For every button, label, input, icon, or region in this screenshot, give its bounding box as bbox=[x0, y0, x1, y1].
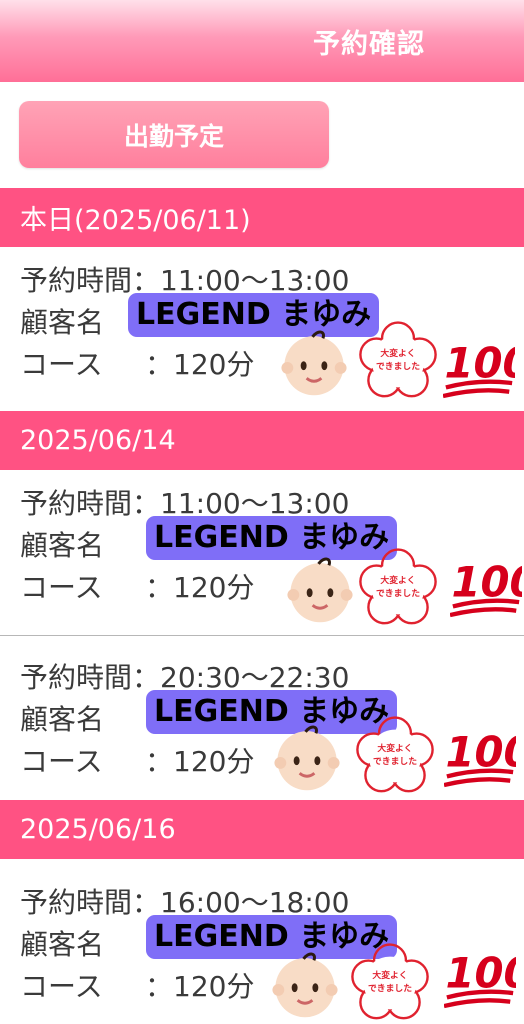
customer-label: 顧客名 bbox=[20, 306, 105, 339]
customer-label: 顧客名 bbox=[20, 529, 105, 562]
svg-text:大変よく: 大変よく bbox=[377, 742, 412, 754]
reservation-card[interactable]: 予約時間：11:00〜13:00 顧客名 LEGEND まゆみ コース ：120分… bbox=[0, 470, 524, 635]
reservation-card[interactable]: 予約時間：16:00〜18:00 顧客名 LEGEND まゆみ コース ：120分… bbox=[0, 859, 524, 1023]
course-label: コース bbox=[20, 571, 103, 604]
baby-face-icon bbox=[272, 952, 338, 1018]
course-value: 120分 bbox=[173, 970, 255, 1003]
baby-face-icon bbox=[274, 725, 340, 791]
course-label: コース bbox=[20, 745, 103, 778]
top-area: 出勤予定 bbox=[0, 82, 524, 188]
svg-text:できました: できました bbox=[376, 588, 420, 599]
customer-label: 顧客名 bbox=[20, 928, 105, 961]
customer-row: 顧客名 bbox=[20, 301, 104, 341]
cherry-blossom-stamp-icon: 大変よくできました bbox=[359, 321, 437, 398]
course-value: 120分 bbox=[173, 348, 255, 381]
course-separator: ： bbox=[145, 348, 174, 381]
course-row: コース ：120分 bbox=[20, 740, 254, 780]
course-value: 120分 bbox=[173, 745, 255, 778]
course-separator: ： bbox=[145, 745, 174, 778]
time-label: 予約時間： bbox=[20, 661, 161, 694]
course-row: コース ：120分 bbox=[20, 343, 254, 383]
course-label: コース bbox=[20, 348, 103, 381]
cherry-blossom-stamp-icon: 大変よくできました bbox=[351, 943, 429, 1020]
shift-schedule-button[interactable]: 出勤予定 bbox=[19, 101, 329, 168]
reservation-card[interactable]: 予約時間：20:30〜22:30 顧客名 LEGEND まゆみ コース ：120分… bbox=[0, 635, 524, 800]
app-header: 予約確認 bbox=[0, 0, 524, 82]
customer-row: 顧客名 bbox=[20, 524, 104, 564]
course-row: コース ：120分 bbox=[20, 965, 254, 1005]
date-header: 本日(2025/06/11) bbox=[0, 188, 524, 247]
course-separator: ： bbox=[145, 970, 174, 1003]
customer-label: 顧客名 bbox=[20, 703, 105, 736]
svg-text:大変よく: 大変よく bbox=[372, 969, 407, 981]
svg-text:できました: できました bbox=[376, 361, 420, 372]
customer-row: 顧客名 bbox=[20, 698, 104, 738]
time-label: 予約時間： bbox=[20, 886, 161, 919]
course-row: コース ：120分 bbox=[20, 566, 254, 606]
date-header: 2025/06/14 bbox=[0, 411, 524, 470]
cherry-blossom-stamp-icon: 大変よくできました bbox=[359, 548, 437, 625]
hundred-points-icon: 100 bbox=[444, 727, 516, 788]
cherry-blossom-stamp-icon: 大変よくできました bbox=[356, 716, 434, 793]
date-header: 2025/06/16 bbox=[0, 800, 524, 859]
hundred-points-icon: 100 bbox=[450, 557, 522, 618]
baby-face-icon bbox=[287, 557, 353, 623]
svg-text:大変よく: 大変よく bbox=[380, 347, 415, 359]
hundred-points-icon: 100 bbox=[444, 948, 516, 1009]
time-label: 予約時間： bbox=[20, 487, 161, 520]
baby-face-icon bbox=[281, 330, 347, 396]
customer-row: 顧客名 bbox=[20, 923, 104, 963]
course-label: コース bbox=[20, 970, 103, 1003]
reservation-card[interactable]: 予約時間：11:00〜13:00 顧客名 LEGEND まゆみ コース ：120分… bbox=[0, 247, 524, 411]
course-separator: ： bbox=[145, 571, 174, 604]
svg-text:大変よく: 大変よく bbox=[380, 574, 415, 586]
hundred-points-icon: 100 bbox=[443, 338, 515, 399]
course-value: 120分 bbox=[173, 571, 255, 604]
svg-text:できました: できました bbox=[368, 983, 412, 994]
page-title: 予約確認 bbox=[313, 29, 425, 60]
svg-text:できました: できました bbox=[373, 756, 417, 767]
